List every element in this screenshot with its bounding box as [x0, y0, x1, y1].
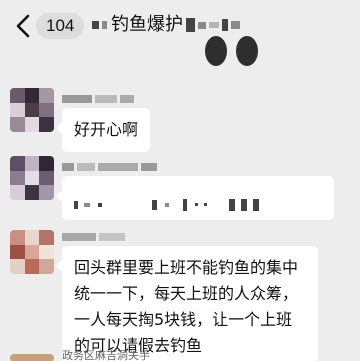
- chat-header: 104 钓鱼爆护: [0, 0, 360, 66]
- avatar[interactable]: [10, 354, 54, 361]
- unread-count-badge[interactable]: 104: [36, 13, 85, 39]
- blurred-title-suffix: [198, 21, 206, 29]
- message-row: 回头群里要上班不能钓鱼的集中统一一下，每天上班的人众筹，一人每天掏5块钱，让一个…: [0, 226, 360, 361]
- masked-content: [74, 194, 324, 211]
- avatar[interactable]: [10, 230, 54, 274]
- avatar[interactable]: [10, 88, 54, 132]
- chevron-left-icon: [16, 14, 30, 38]
- sender-name-masked: [62, 226, 128, 241]
- message-bubble[interactable]: 好开心啊: [55, 108, 151, 152]
- message-row-partial: 政务区麻吉洞关手: [0, 350, 360, 361]
- blurred-title-suffix: [209, 22, 219, 28]
- sender-name-masked: [62, 156, 160, 171]
- blurred-title-suffix: [186, 18, 195, 32]
- avatar[interactable]: [10, 156, 54, 200]
- blurred-title-prefix: [102, 21, 107, 29]
- chat-title: 钓鱼爆护: [92, 12, 240, 38]
- blurred-image-fragment: [205, 36, 227, 66]
- message-row: 好开心啊: [0, 88, 360, 152]
- back-button[interactable]: [10, 11, 38, 41]
- blurred-image-fragment: [236, 36, 258, 66]
- chat-title-text: 钓鱼爆护: [111, 14, 183, 35]
- blurred-title-suffix: [231, 21, 240, 29]
- message-bubble[interactable]: 回头群里要上班不能钓鱼的集中统一一下，每天上班的人众筹，一人每天掏5块钱，让一个…: [56, 246, 318, 361]
- blurred-title-suffix: [222, 19, 228, 31]
- blurred-title-prefix: [92, 21, 99, 29]
- sender-name: 政务区麻吉洞关手: [62, 349, 150, 361]
- sender-name-masked: [62, 88, 137, 103]
- message-row: [0, 156, 360, 220]
